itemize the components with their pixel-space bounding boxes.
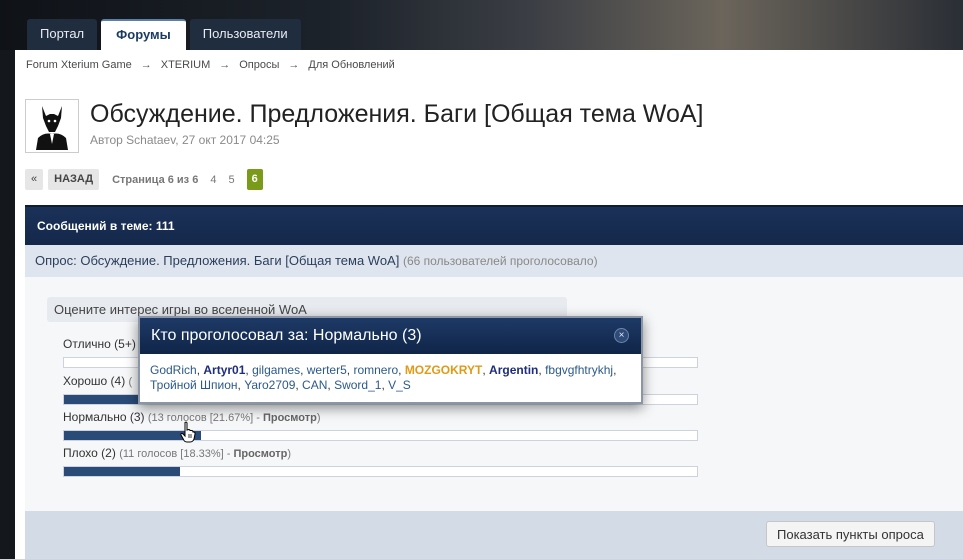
breadcrumb-updates[interactable]: Для Обновлений	[308, 59, 394, 71]
pager-page-5[interactable]: 5	[228, 174, 234, 186]
poll-voters-note: (66 пользователей проголосовало)	[402, 254, 598, 268]
breadcrumb-separator: →	[288, 59, 300, 71]
author-avatar[interactable]	[25, 99, 79, 153]
voter-link[interactable]: romnero	[353, 363, 398, 377]
popup-header: Кто проголосовал за: Нормально (3) ×	[140, 318, 641, 354]
messages-count: Сообщений в теме: 111	[25, 205, 963, 245]
pager-current-page[interactable]: 6	[246, 169, 263, 190]
view-voters-link[interactable]: Просмотр	[233, 448, 287, 460]
tab-portal[interactable]: Портал	[27, 19, 98, 50]
voter-link[interactable]: GodRich	[150, 363, 197, 377]
thread-author: Автор Schataev, 27 окт 2017 04:25	[90, 133, 280, 147]
avatar-image	[28, 102, 76, 150]
breadcrumb-separator: →	[140, 59, 152, 71]
voters-list: GodRich, Artyr01, gilgames, werter5, rom…	[150, 363, 617, 392]
popup-title: Кто проголосовал за: Нормально (3)	[151, 327, 422, 344]
pager-back-button[interactable]: НАЗАД	[48, 169, 100, 190]
option-bar	[63, 466, 698, 477]
voter-link[interactable]: fbgvgfhtrykhj	[545, 363, 613, 377]
voter-link[interactable]: Artyr01	[203, 363, 245, 377]
breadcrumb-xterium[interactable]: XTERIUM	[161, 59, 211, 71]
breadcrumb-separator: →	[219, 59, 231, 71]
hand-cursor-icon	[180, 421, 196, 443]
voter-link[interactable]: werter5	[307, 363, 347, 377]
option-label: Нормально (3)	[63, 410, 145, 424]
poll-option: Нормально (3) (13 голосов [21.67%] - Про…	[63, 410, 703, 441]
option-label: Отлично (5+)	[63, 337, 136, 351]
tab-forums[interactable]: Форумы	[101, 19, 186, 50]
main-nav: Портал Форумы Пользователи	[27, 19, 301, 50]
tab-users[interactable]: Пользователи	[189, 19, 301, 50]
voter-link[interactable]: Yaro2709	[244, 378, 295, 392]
breadcrumb-forum[interactable]: Forum Xterium Game	[26, 59, 132, 71]
voter-link[interactable]: Тройной Шпион	[150, 378, 238, 392]
view-voters-link[interactable]: Просмотр	[263, 412, 317, 424]
option-meta: (11 голосов [18.33%] - Просмотр)	[119, 448, 292, 460]
breadcrumb: Forum Xterium Game → XTERIUM → Опросы → …	[26, 59, 395, 71]
thread-title: Обсуждение. Предложения. Баги [Общая тем…	[90, 100, 704, 128]
pager-info: Страница 6 из 6	[112, 173, 199, 186]
breadcrumb-polls[interactable]: Опросы	[239, 59, 279, 71]
show-poll-options-button[interactable]: Показать пункты опроса	[766, 521, 935, 547]
voter-link[interactable]: CAN	[302, 378, 327, 392]
voter-link[interactable]: Argentin	[489, 363, 538, 377]
poll-title: Опрос: Обсуждение. Предложения. Баги [Об…	[35, 253, 400, 268]
pager-page-4[interactable]: 4	[210, 174, 216, 186]
page-content: Forum Xterium Game → XTERIUM → Опросы → …	[15, 50, 963, 559]
voter-link[interactable]: V_S	[388, 378, 411, 392]
voter-link[interactable]: Sword_1	[334, 378, 381, 392]
pager-prev-button[interactable]: «	[25, 169, 44, 190]
pagination: « НАЗАД Страница 6 из 6 4 5 6	[25, 169, 263, 190]
poll-header: Опрос: Обсуждение. Предложения. Баги [Об…	[25, 245, 963, 277]
option-meta: (	[128, 376, 133, 388]
poll-footer: Показать пункты опроса	[25, 511, 963, 559]
option-meta: (13 голосов [21.67%] - Просмотр)	[147, 412, 321, 424]
option-bar-fill	[64, 467, 181, 476]
voters-popup: Кто проголосовал за: Нормально (3) × God…	[138, 316, 643, 404]
voter-link[interactable]: gilgames	[252, 363, 300, 377]
close-icon[interactable]: ×	[614, 328, 629, 343]
side-background	[0, 50, 15, 559]
option-label: Плохо (2)	[63, 446, 116, 460]
voter-link[interactable]: MOZGOKRYT	[405, 363, 483, 377]
option-bar	[63, 430, 698, 441]
option-label: Хорошо (4)	[63, 374, 126, 388]
poll-option: Плохо (2) (11 голосов [18.33%] - Просмот…	[63, 446, 703, 477]
